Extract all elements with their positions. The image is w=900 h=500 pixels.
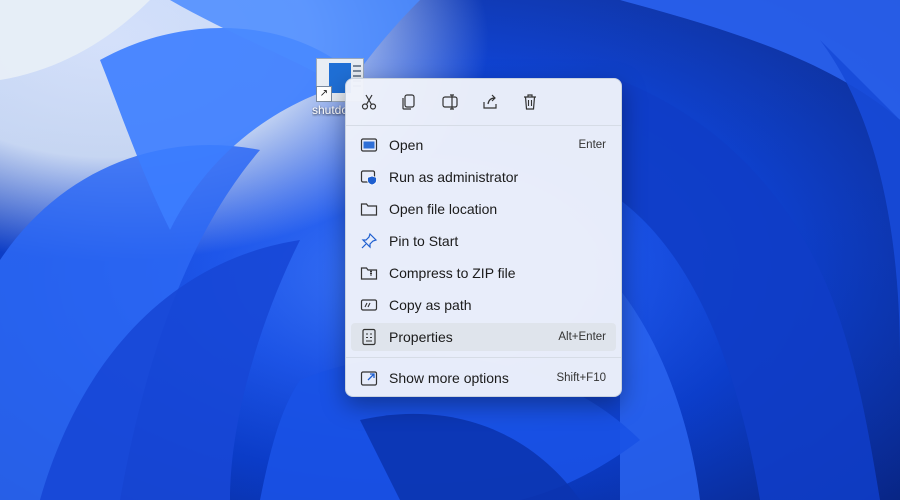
menu-divider (346, 357, 621, 358)
menu-item-pin-to-start[interactable]: Pin to Start (351, 227, 616, 255)
menu-item-copy-as-path[interactable]: Copy as path (351, 291, 616, 319)
folder-icon (360, 203, 378, 216)
menu-item-label: Run as administrator (389, 169, 519, 185)
zip-folder-icon (360, 267, 378, 280)
pin-icon (361, 232, 378, 249)
menu-divider (346, 125, 621, 126)
cut-button[interactable] (356, 89, 382, 115)
context-menu: Open Enter Run as administrator Open fil… (345, 78, 622, 397)
share-button[interactable] (477, 89, 503, 115)
open-icon (360, 138, 378, 152)
shield-icon (360, 170, 377, 186)
menu-item-properties[interactable]: Properties Alt+Enter (351, 323, 616, 351)
menu-item-label: Copy as path (389, 297, 472, 313)
menu-item-label: Compress to ZIP file (389, 265, 516, 281)
more-options-icon (360, 371, 378, 386)
menu-item-compress-to-zip[interactable]: Compress to ZIP file (351, 259, 616, 287)
menu-item-run-as-administrator[interactable]: Run as administrator (351, 163, 616, 191)
copy-button[interactable] (396, 89, 422, 115)
menu-item-label: Pin to Start (389, 233, 459, 249)
copy-icon (402, 94, 415, 110)
menu-item-show-more-options[interactable]: Show more options Shift+F10 (351, 364, 616, 392)
delete-button[interactable] (517, 89, 543, 115)
properties-icon (362, 328, 376, 346)
context-menu-toolbar (346, 79, 621, 125)
menu-item-label: Open file location (389, 201, 498, 217)
copy-path-icon (360, 299, 378, 311)
rename-button[interactable] (437, 89, 463, 115)
share-icon (483, 94, 497, 109)
cut-icon (361, 94, 377, 110)
menu-item-shortcut: Alt+Enter (558, 331, 606, 343)
menu-item-label: Show more options (389, 370, 509, 386)
menu-item-label: Properties (389, 329, 453, 345)
menu-item-shortcut: Shift+F10 (556, 372, 606, 384)
menu-item-open[interactable]: Open Enter (351, 131, 616, 159)
delete-icon (524, 94, 536, 110)
menu-item-shortcut: Enter (578, 139, 607, 151)
rename-icon (442, 94, 458, 110)
shortcut-arrow-icon: ↗ (316, 86, 332, 102)
menu-item-open-file-location[interactable]: Open file location (351, 195, 616, 223)
menu-item-label: Open (389, 137, 424, 153)
